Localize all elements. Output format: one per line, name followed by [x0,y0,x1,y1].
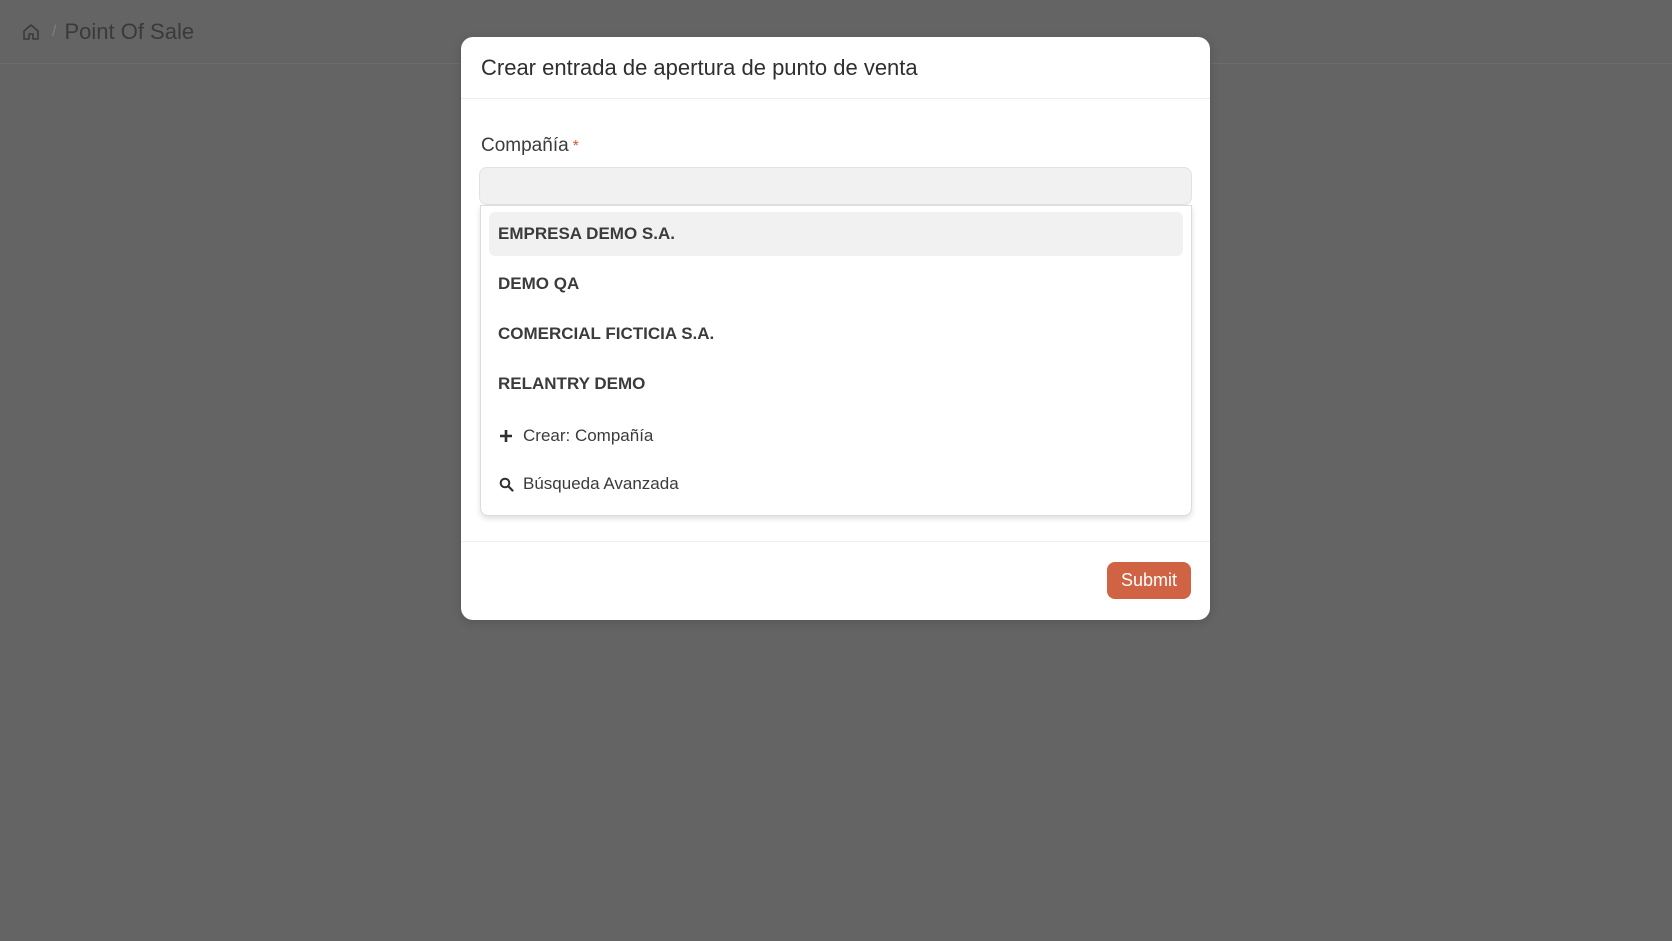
dropdown-option-label: DEMO QA [498,274,580,293]
dropdown-option-label: EMPRESA DEMO S.A. [498,224,675,243]
advanced-search-label: Búsqueda Avanzada [523,474,679,493]
required-mark: * [572,138,579,155]
company-field-label: Compañía * [481,135,579,157]
dialog-header: Crear entrada de apertura de punto de ve… [461,37,1210,99]
company-dropdown: EMPRESA DEMO S.A. DEMO QA COMERCIAL FICT… [480,205,1192,516]
pos-opening-dialog: Crear entrada de apertura de punto de ve… [461,37,1210,620]
search-icon [498,476,514,492]
dropdown-option[interactable]: RELANTRY DEMO [489,362,1183,406]
dropdown-option[interactable]: COMERCIAL FICTICIA S.A. [489,312,1183,356]
company-input[interactable] [479,167,1192,205]
breadcrumb-separator: / [52,22,57,40]
dropdown-option[interactable]: DEMO QA [489,262,1183,306]
plus-icon [498,428,514,444]
dropdown-option-label: COMERCIAL FICTICIA S.A. [498,324,715,343]
advanced-search-action[interactable]: Búsqueda Avanzada [489,460,1183,508]
dialog-body: Compañía * EMPRESA DEMO S.A. DEMO QA COME… [461,99,1210,579]
create-company-label: Crear: Compañía [523,426,654,445]
create-company-action[interactable]: Crear: Compañía [489,412,1183,460]
submit-button[interactable]: Submit [1107,562,1191,599]
dropdown-option-label: RELANTRY DEMO [498,374,646,393]
footer-divider [461,541,1210,542]
home-icon[interactable] [20,21,42,43]
dialog-title: Crear entrada de apertura de punto de ve… [481,54,918,80]
breadcrumb-title[interactable]: Point Of Sale [64,19,194,45]
dropdown-option[interactable]: EMPRESA DEMO S.A. [489,212,1183,256]
company-label-text: Compañía [481,135,569,156]
